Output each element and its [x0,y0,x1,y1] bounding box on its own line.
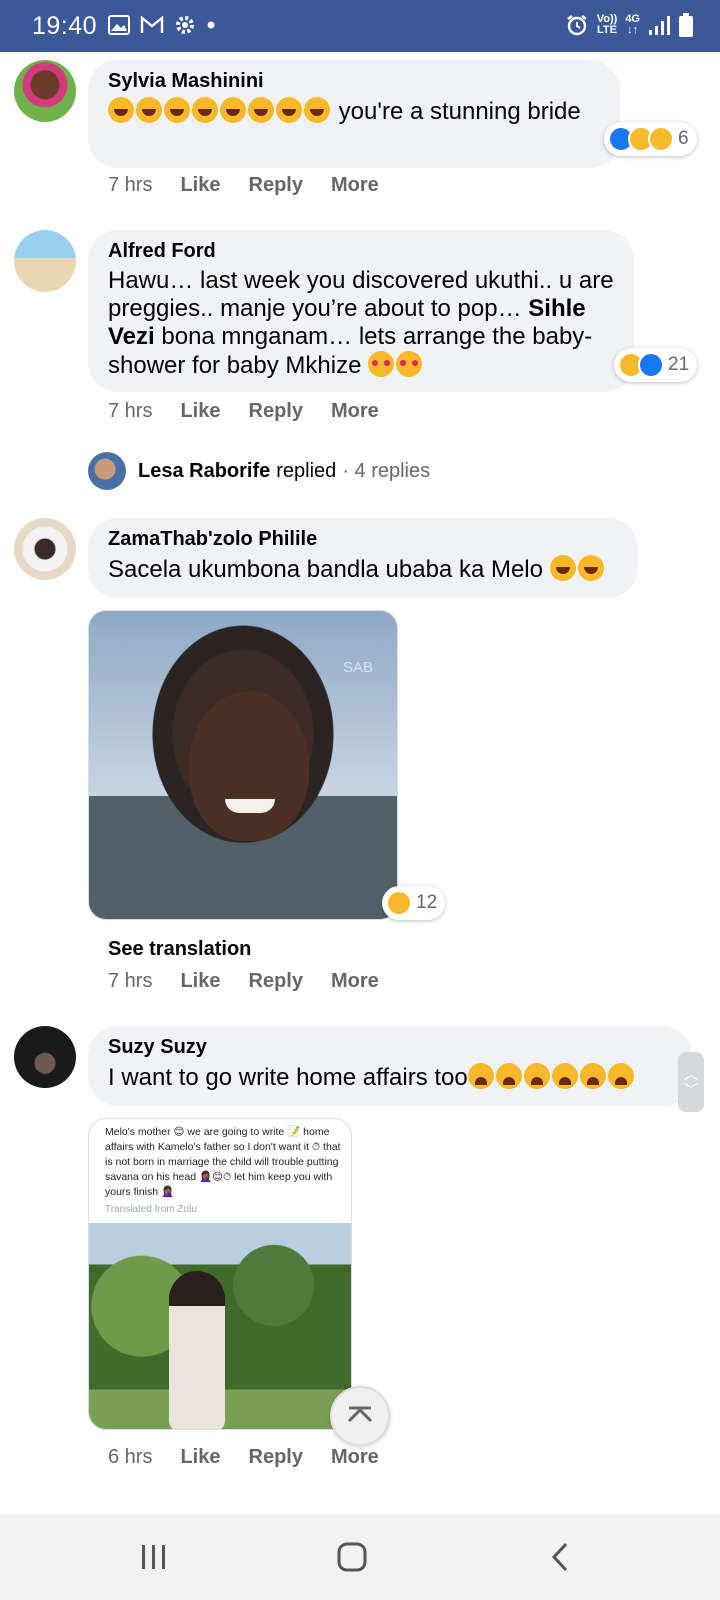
comment-actions: 7 hrs Like Reply More [108,400,379,423]
comment-photo[interactable]: Melo's mother 😊 we are going to write 📝 … [88,1118,352,1430]
battery-icon [679,13,693,37]
network-gen-indicator: 4G ↓↑ [625,13,640,36]
system-nav-bar [0,1514,720,1600]
home-button[interactable] [292,1514,412,1600]
chevron-up-icon: ︿ [684,1066,698,1082]
care-reaction-icon [648,126,674,152]
reply-author: Lesa Raborife [138,459,271,482]
like-button[interactable]: Like [180,400,220,423]
back-button[interactable] [500,1514,620,1600]
comment-photo[interactable]: SAB [88,610,398,920]
reaction-summary[interactable]: 12 [382,886,446,920]
rofl-emoji-icon [549,555,606,583]
reply-button[interactable]: Reply [249,1446,303,1469]
reply-count: · 4 replies [342,459,431,482]
like-button[interactable]: Like [180,1446,220,1469]
comment-author[interactable]: Suzy Suzy [108,1036,672,1059]
reaction-summary[interactable]: 21 [614,348,698,382]
fast-scroll-handle[interactable]: ︿ ﹀ [678,1052,704,1112]
comment-actions: 6 hrs Like Reply More [108,1446,379,1469]
volte-indicator: Vo)) LTE [596,13,618,36]
avatar[interactable] [14,518,76,580]
settings-icon [176,16,194,34]
reaction-count: 6 [678,128,689,149]
heart-face-emoji-icon [368,351,424,379]
see-translation-link[interactable]: See translation [108,938,251,961]
status-bar: 19:40 Vo)) LTE 4G ↓↑ [0,0,720,52]
person-face [189,691,309,841]
comment-actions: 7 hrs Like Reply More [108,970,379,993]
screenshot-text: Melo's mother 😊 we are going to write 📝 … [105,1126,341,1215]
photo-watermark: SAB [342,659,373,676]
reply-button[interactable]: Reply [249,400,303,423]
signal-icon [649,16,670,35]
reply-word: replied [276,459,337,482]
recent-apps-icon [142,1545,165,1569]
laughing-emoji-icon [108,97,332,125]
comment-author[interactable]: Sylvia Mashinini [108,70,600,93]
person [169,1271,225,1429]
comment-bubble[interactable]: Sylvia Mashinini you're a stunning bride [88,60,620,168]
gmail-icon [140,16,164,33]
comment-author[interactable]: ZamaThab'zolo Philile [108,528,618,551]
avatar[interactable] [14,230,76,292]
dot-icon [207,21,215,29]
back-icon [551,1542,568,1572]
status-time: 19:40 [32,12,98,40]
comment-actions: 7 hrs Like Reply More [108,174,379,197]
home-icon [337,1542,367,1572]
avatar[interactable] [14,1026,76,1088]
recent-apps-button[interactable] [94,1514,214,1600]
comment-bubble[interactable]: ZamaThab'zolo Philile Sacela ukumbona ba… [88,518,638,598]
alarm-icon [567,15,587,36]
chevron-up-icon [347,1406,373,1423]
comment-bubble[interactable]: Suzy Suzy I want to go write home affair… [88,1026,692,1106]
avatar [88,452,126,490]
more-button[interactable]: More [331,400,379,423]
reaction-count: 21 [668,354,690,375]
scroll-to-top-button[interactable] [330,1386,390,1446]
comment-bubble[interactable]: Alfred Ford Hawu… last week you discover… [88,230,634,392]
garden-photo [89,1223,351,1429]
comment-time: 6 hrs [108,1446,153,1468]
more-button[interactable]: More [331,970,379,993]
comment-text: you're a stunning bride [108,97,600,126]
comment-text: Sacela ukumbona bandla ubaba ka Melo [108,555,618,584]
like-button[interactable]: Like [180,970,220,993]
chevron-down-icon: ﹀ [684,1082,698,1098]
crying-emoji-icon [467,1063,636,1091]
more-button[interactable]: More [331,1446,379,1469]
comment-time: 7 hrs [108,400,153,422]
reaction-count: 12 [416,892,438,913]
reaction-summary[interactable]: 6 [604,122,697,156]
reply-button[interactable]: Reply [249,174,303,197]
haha-reaction-icon [386,890,412,916]
comment-author[interactable]: Alfred Ford [108,240,614,263]
like-button[interactable]: Like [180,174,220,197]
comment-time: 7 hrs [108,970,153,992]
comment-time: 7 hrs [108,174,153,196]
smile [225,799,275,813]
more-button[interactable]: More [331,174,379,197]
comment-text: I want to go write home affairs too [108,1063,672,1092]
reply-button[interactable]: Reply [249,970,303,993]
image-icon [108,15,130,35]
avatar[interactable] [14,60,76,122]
like-reaction-icon [638,352,664,378]
comment-text: Hawu… last week you discovered ukuthi.. … [108,267,614,379]
view-replies-link[interactable]: Lesa Raborife replied · 4 replies [88,452,430,490]
